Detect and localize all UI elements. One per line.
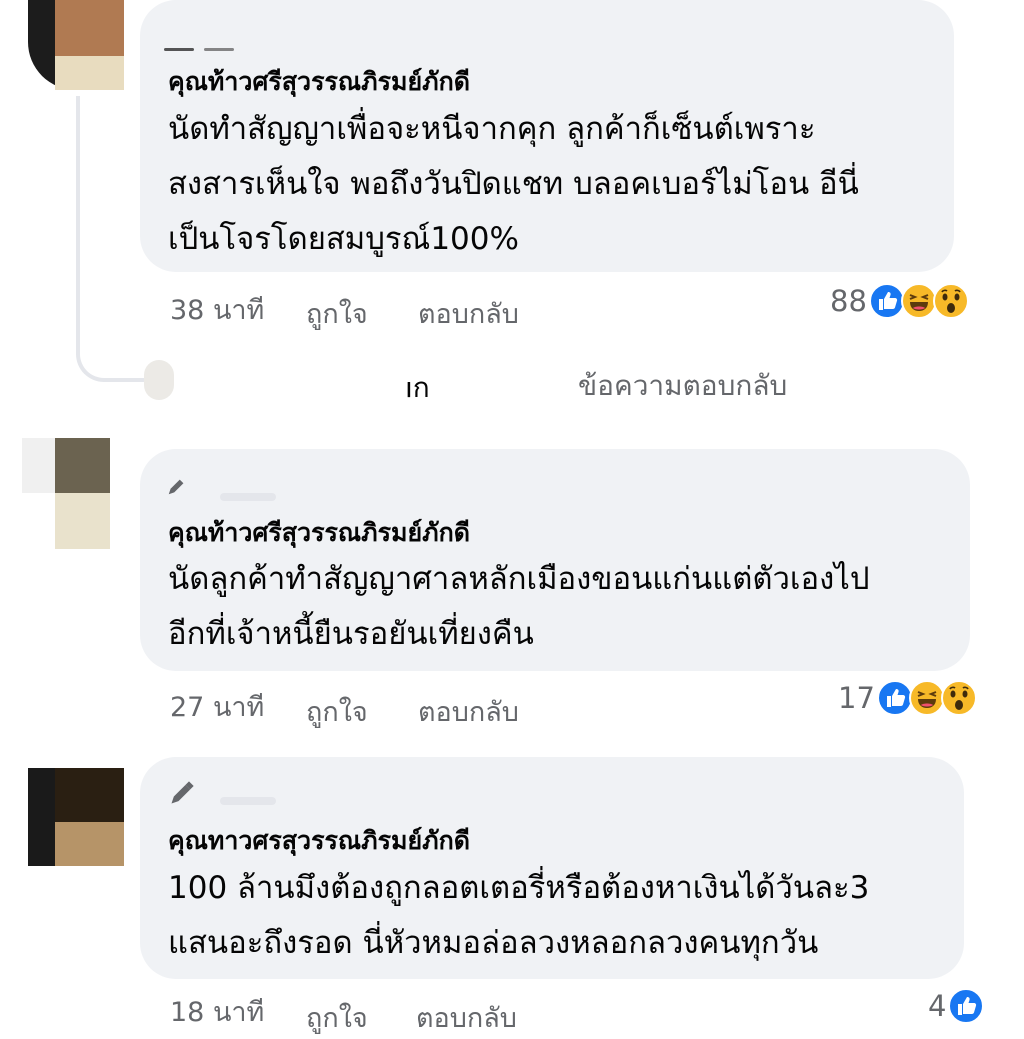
reply-button[interactable]: ตอบกลับ	[418, 690, 519, 733]
wow-icon	[940, 680, 977, 716]
thread-connector-line	[76, 96, 150, 382]
haha-icon	[900, 283, 937, 319]
avatar[interactable]	[28, 768, 124, 866]
like-button[interactable]: ถูกใจ	[306, 690, 368, 733]
pen-icon	[171, 781, 194, 804]
wow-icon	[932, 283, 969, 319]
comment-time[interactable]: 27 นาที	[170, 685, 264, 728]
reaction-summary[interactable]: 4	[928, 988, 985, 1024]
like-button[interactable]: ถูกใจ	[306, 292, 368, 335]
pen-icon	[168, 479, 184, 495]
comment-text-line: เป็นโจรโดยสมบูรณ์100%	[168, 221, 519, 257]
comment-bubble: คุณท้าวศรีสุวรรณภิรมย์ภักดี นัดทำสัญญาเพ…	[140, 0, 954, 272]
like-button[interactable]: ถูกใจ	[306, 996, 368, 1039]
reaction-count: 17	[838, 681, 875, 715]
badge-blur	[220, 493, 276, 501]
reply-author-fragment: ıก	[405, 371, 430, 404]
avatar[interactable]	[22, 438, 110, 549]
comment-text-line: นัดทำสัญญาเพื่อจะหนีจากคุก ลูกค้าก็เซ็นต…	[168, 111, 816, 147]
comment-bubble: คุณทาวศรสุวรรณภิรมย์ภักดี 100 ล้านมึงต้อ…	[140, 757, 964, 979]
like-icon	[948, 988, 985, 1024]
comment-text-line: 100 ล้านมึงต้องถูกลอตเตอรี่หรือต้องหาเงิ…	[168, 870, 870, 906]
comment-text-line: อีกที่เจ้าหนี้ยืนรอยันเที่ยงคืน	[168, 616, 534, 652]
like-icon	[876, 680, 913, 716]
author-badge-row	[164, 12, 234, 51]
comment-time[interactable]: 38 นาที	[170, 288, 264, 331]
reaction-summary[interactable]: 88	[830, 283, 969, 319]
reaction-count: 88	[830, 284, 867, 318]
comment-text-line: แสนอะถึงรอด นี่หัวหมอล่อลวงหลอกลวงคนทุกว…	[168, 925, 819, 961]
haha-icon	[908, 680, 945, 716]
reply-button[interactable]: ตอบกลับ	[416, 996, 517, 1039]
comment-text-line: นัดลูกค้าทำสัญญาศาลหลักเมืองขอนแก่นแต่ตั…	[168, 561, 870, 597]
reaction-summary[interactable]: 17	[838, 680, 977, 716]
reply-preview-text[interactable]: ข้อความตอบกลับ	[578, 364, 787, 408]
comment-bubble: คุณท้าวศรีสุวรรณภิรมย์ภักดี นัดลูกค้าทำส…	[140, 449, 970, 671]
reply-button[interactable]: ตอบกลับ	[418, 292, 519, 335]
comment-author[interactable]: คุณทาวศรสุวรรณภิรมย์ภักดี	[168, 821, 470, 861]
comment-author[interactable]: คุณท้าวศรีสุวรรณภิรมย์ภักดี	[168, 62, 470, 102]
avatar[interactable]	[28, 0, 124, 90]
comment-time[interactable]: 18 นาที	[170, 990, 264, 1033]
reaction-count: 4	[928, 989, 947, 1023]
comment-author[interactable]: คุณท้าวศรีสุวรรณภิรมย์ภักดี	[168, 513, 470, 553]
badge-blur	[220, 797, 276, 805]
comment-text-line: สงสารเห็นใจ พอถึงวันปิดแชท บลอคเบอร์ไม่โ…	[168, 166, 859, 202]
like-icon	[868, 283, 905, 319]
reply-avatar	[144, 360, 174, 400]
